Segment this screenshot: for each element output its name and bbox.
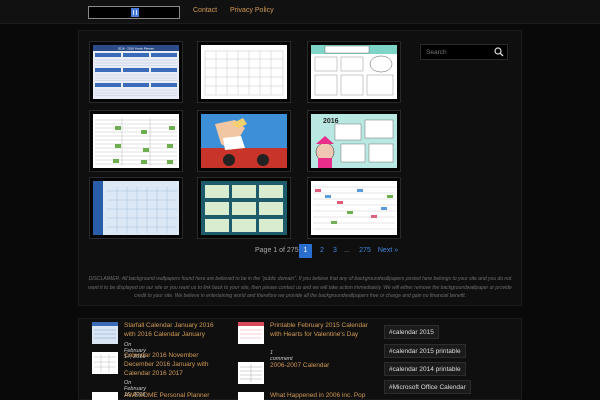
thumb-colorful-calendar[interactable] [307, 177, 401, 239]
page-275-link[interactable]: 275 [355, 244, 375, 258]
post-title[interactable]: 2006-2007 Calendar [270, 362, 370, 371]
thumb-image: 2016 [311, 114, 397, 168]
thumb-yearly-planner[interactable]: 2016 - 2016 Yearly Planner [89, 41, 183, 103]
tag-link[interactable]: #calendar 2015 printable [384, 344, 466, 358]
tag-link[interactable]: #Microsoft Office Calendar [384, 380, 471, 394]
tag-link[interactable]: #calendar 2014 printable [384, 362, 466, 376]
post-thumbnail[interactable] [92, 392, 118, 400]
calendar-logo-icon [131, 8, 139, 17]
thumb-pinup-photo[interactable] [197, 110, 291, 172]
post-title[interactable]: What Happened in 2006 inc. Pop [270, 392, 370, 400]
thumb-image [201, 114, 287, 168]
thumb-image [93, 181, 179, 235]
disclaimer-text: DISCLAIMER: All background wallpapers fo… [88, 276, 512, 299]
post-thumbnail[interactable] [92, 322, 118, 344]
post-thumbnail[interactable] [238, 322, 264, 344]
thumb-blank-calendar[interactable] [197, 41, 291, 103]
thumb-image [93, 114, 179, 168]
thumb-teal-calendar[interactable] [197, 177, 291, 239]
post-thumbnail[interactable] [92, 352, 118, 374]
page-2-link[interactable]: 2 [316, 244, 328, 258]
page-3-link[interactable]: 3 [329, 244, 341, 258]
post-title[interactable]: Starfall Calendar January 2016 with 2016… [124, 322, 224, 340]
top-nav-bar: Contact Privacy Policy [0, 0, 600, 24]
page-1-button[interactable]: 1 [299, 244, 312, 258]
thumb-blue-calendar[interactable] [89, 177, 183, 239]
thumb-image [311, 45, 397, 99]
thumb-image [201, 45, 287, 99]
site-logo-box[interactable] [88, 6, 180, 19]
thumb-kids-planner[interactable] [307, 41, 401, 103]
thumb-image: 2016 - 2016 Yearly Planner [93, 45, 179, 99]
pagination-label: Page 1 of 275 [255, 247, 299, 254]
nav-link-privacy-policy[interactable]: Privacy Policy [230, 7, 274, 14]
pagination-ellipsis: ... [344, 247, 350, 254]
thumb-image [201, 181, 287, 235]
thumb-2016-cartoon[interactable]: 2016 [307, 110, 401, 172]
next-page-link[interactable]: Next » [377, 244, 399, 258]
post-comments[interactable]: 1 comment [270, 350, 293, 362]
search-icon[interactable] [492, 46, 506, 58]
thumb-green-calendar[interactable] [89, 110, 183, 172]
post-title[interactable]: Printable February 2015 Calendar with He… [270, 322, 370, 340]
post-thumbnail[interactable] [238, 392, 264, 400]
post-thumbnail[interactable] [238, 362, 264, 384]
thumb-caption: 2016 - 2016 Yearly Planner [118, 47, 154, 51]
thumb-image [311, 181, 397, 235]
nav-link-contact[interactable]: Contact [193, 7, 217, 14]
post-title[interactable]: Calendar 2016 November December 2016 Jan… [124, 352, 224, 378]
post-title[interactable]: AWESOME Personal Planner [124, 392, 224, 400]
tag-link[interactable]: #calendar 2015 [384, 325, 439, 339]
